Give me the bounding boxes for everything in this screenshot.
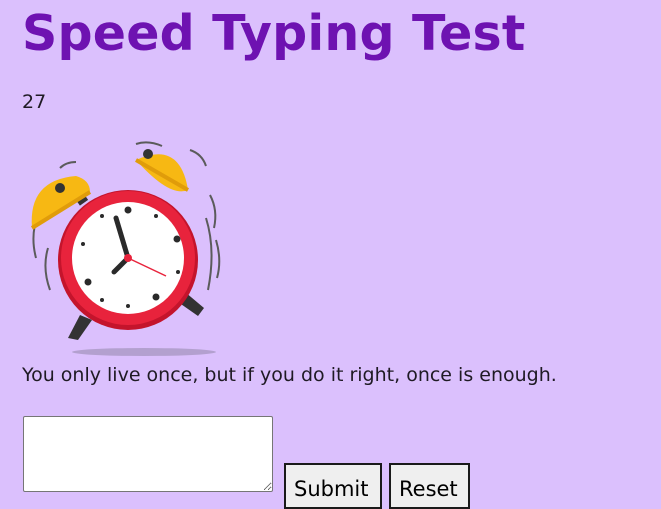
- timer-display: 27: [22, 91, 47, 113]
- alarm-clock-image: [20, 140, 230, 360]
- page-title: Speed Typing Test: [22, 5, 526, 62]
- typing-input[interactable]: [23, 416, 273, 492]
- alarm-clock-icon: [30, 141, 221, 356]
- submit-button[interactable]: Submit: [284, 463, 382, 509]
- reset-button[interactable]: Reset: [389, 463, 470, 509]
- typing-prompt-quote: You only live once, but if you do it rig…: [22, 364, 557, 386]
